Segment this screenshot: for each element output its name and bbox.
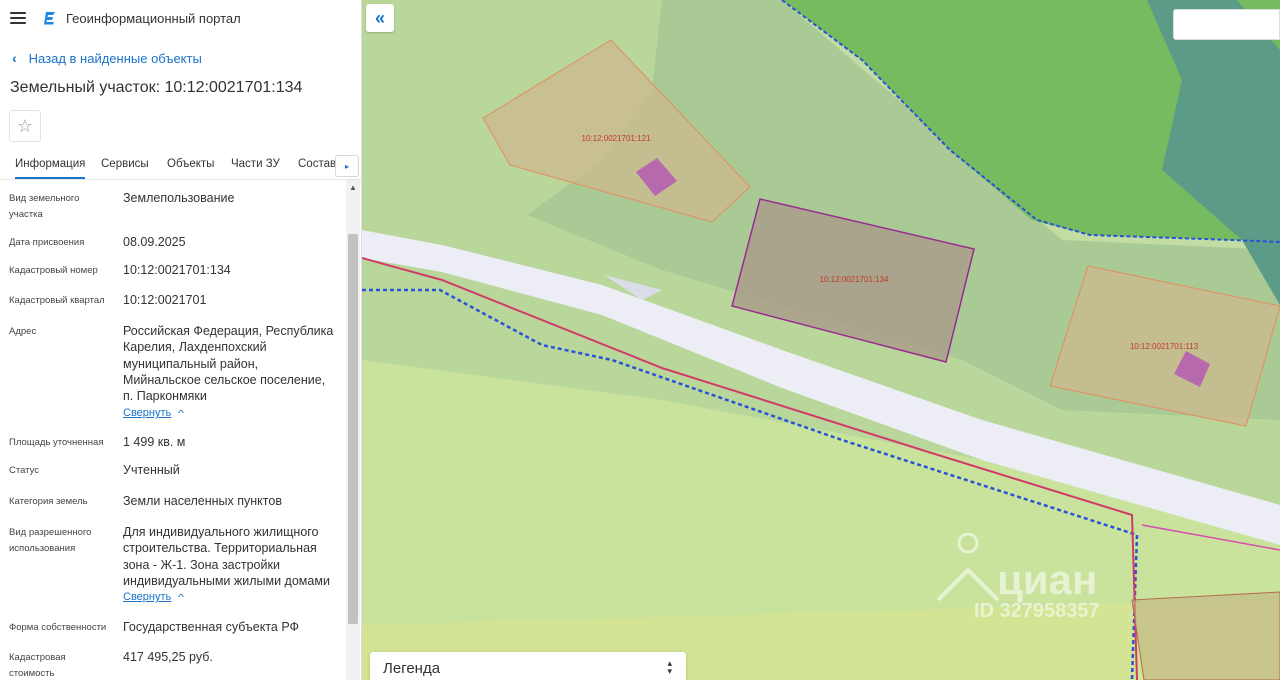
tab-information[interactable]: Информация [15,158,86,179]
map-canvas[interactable]: 10:12:0021701:121 10:12:0021701:134 10:1… [362,0,1280,680]
watermark-brand: циан [997,556,1097,603]
chevron-up-icon: ^ [178,592,185,602]
field-value: 1 499 кв. м [123,435,186,449]
tab-services[interactable]: Сервисы [101,158,149,170]
field-value: Землепользование [123,191,235,205]
field-value: Государственная субъекта РФ [123,620,300,634]
parcel-121-label: 10:12:0021701:121 [582,134,652,143]
back-link-label: Назад в найденные объекты [28,50,202,66]
parcel-bottom[interactable] [1131,591,1280,680]
legend-selector[interactable]: Легенда ▴ ▾ [370,652,686,680]
field-value: Учтенный [123,463,180,477]
collapse-address-link[interactable]: Свернуть ^ [123,407,185,419]
scroll-up-arrow-icon[interactable]: ▲ [346,183,360,192]
field-value: 417 495,25 руб. [123,650,213,664]
watermark-id: ID 327958357 [974,600,1100,622]
menu-icon[interactable] [10,12,26,24]
caret-right-icon: ▸ [344,161,349,171]
app-title: Геоинформационный портал [66,10,241,26]
field-label: Кадастровая стоимость [9,652,66,679]
collapse-label: Свернуть [123,591,172,603]
map-view[interactable]: 10:12:0021701:121 10:12:0021701:134 10:1… [362,0,1280,680]
field-label: Вид земельного участка [9,193,80,220]
collapse-permitted-use-link[interactable]: Свернуть ^ [123,591,185,603]
field-label: Адрес [9,326,37,337]
field-label: Форма собственности [9,622,107,633]
tab-objects[interactable]: Объекты [167,158,214,170]
chevron-up-icon: ^ [178,408,185,418]
legend-label: Легенда [383,660,441,677]
star-icon: ☆ [16,115,34,136]
portal-logo-icon [44,12,55,25]
page-title: Земельный участок: 10:12:0021701:134 [10,79,303,96]
favorite-button[interactable]: ☆ [9,110,41,142]
parcel-113-label: 10:12:0021701:113 [1130,342,1199,351]
back-to-results-link[interactable]: ‹ Назад в найденные объекты [12,50,202,66]
tab-parts[interactable]: Части ЗУ [231,158,280,170]
field-value: 10:12:0021701:134 [123,263,231,277]
double-chevron-left-icon: « [374,7,385,28]
field-value: 10:12:0021701 [123,293,207,307]
chevron-left-icon: ‹ [12,50,17,66]
field-label: Кадастровый номер [9,265,98,276]
collapse-panel-button[interactable]: « [366,4,394,32]
scrollbar-thumb[interactable] [348,234,358,624]
tabs-scroll-right-button[interactable]: ▸ [335,155,359,177]
panel-scrollbar[interactable]: ▲ [346,180,360,680]
field-value: Земли населенных пунктов [123,494,282,508]
field-value: Российская Федерация, Республика Карелия… [123,324,334,404]
tab-composition[interactable]: Состав [298,158,336,170]
collapse-label: Свернуть [123,407,172,419]
up-down-chevron-icon: ▴ ▾ [667,658,672,676]
field-label: Кадастровый квартал [9,295,105,306]
parcel-134-label: 10:12:0021701:134 [820,275,890,284]
field-label: Вид разрешенного использования [9,527,92,554]
top-bar: Геоинформационный портал [0,0,361,36]
map-search-input[interactable] [1173,9,1280,40]
field-label: Статус [9,465,40,476]
field-value: Для индивидуального жилищного строительс… [123,525,330,588]
field-value: 08.09.2025 [123,235,186,249]
info-panel: Геоинформационный портал ‹ Назад в найде… [0,0,362,680]
field-label: Категория земель [9,496,88,507]
field-label: Дата присвоения [9,237,85,248]
tab-bar: Информация Сервисы Объекты Части ЗУ Сост… [0,152,361,180]
field-label: Площадь уточненная [9,437,104,448]
